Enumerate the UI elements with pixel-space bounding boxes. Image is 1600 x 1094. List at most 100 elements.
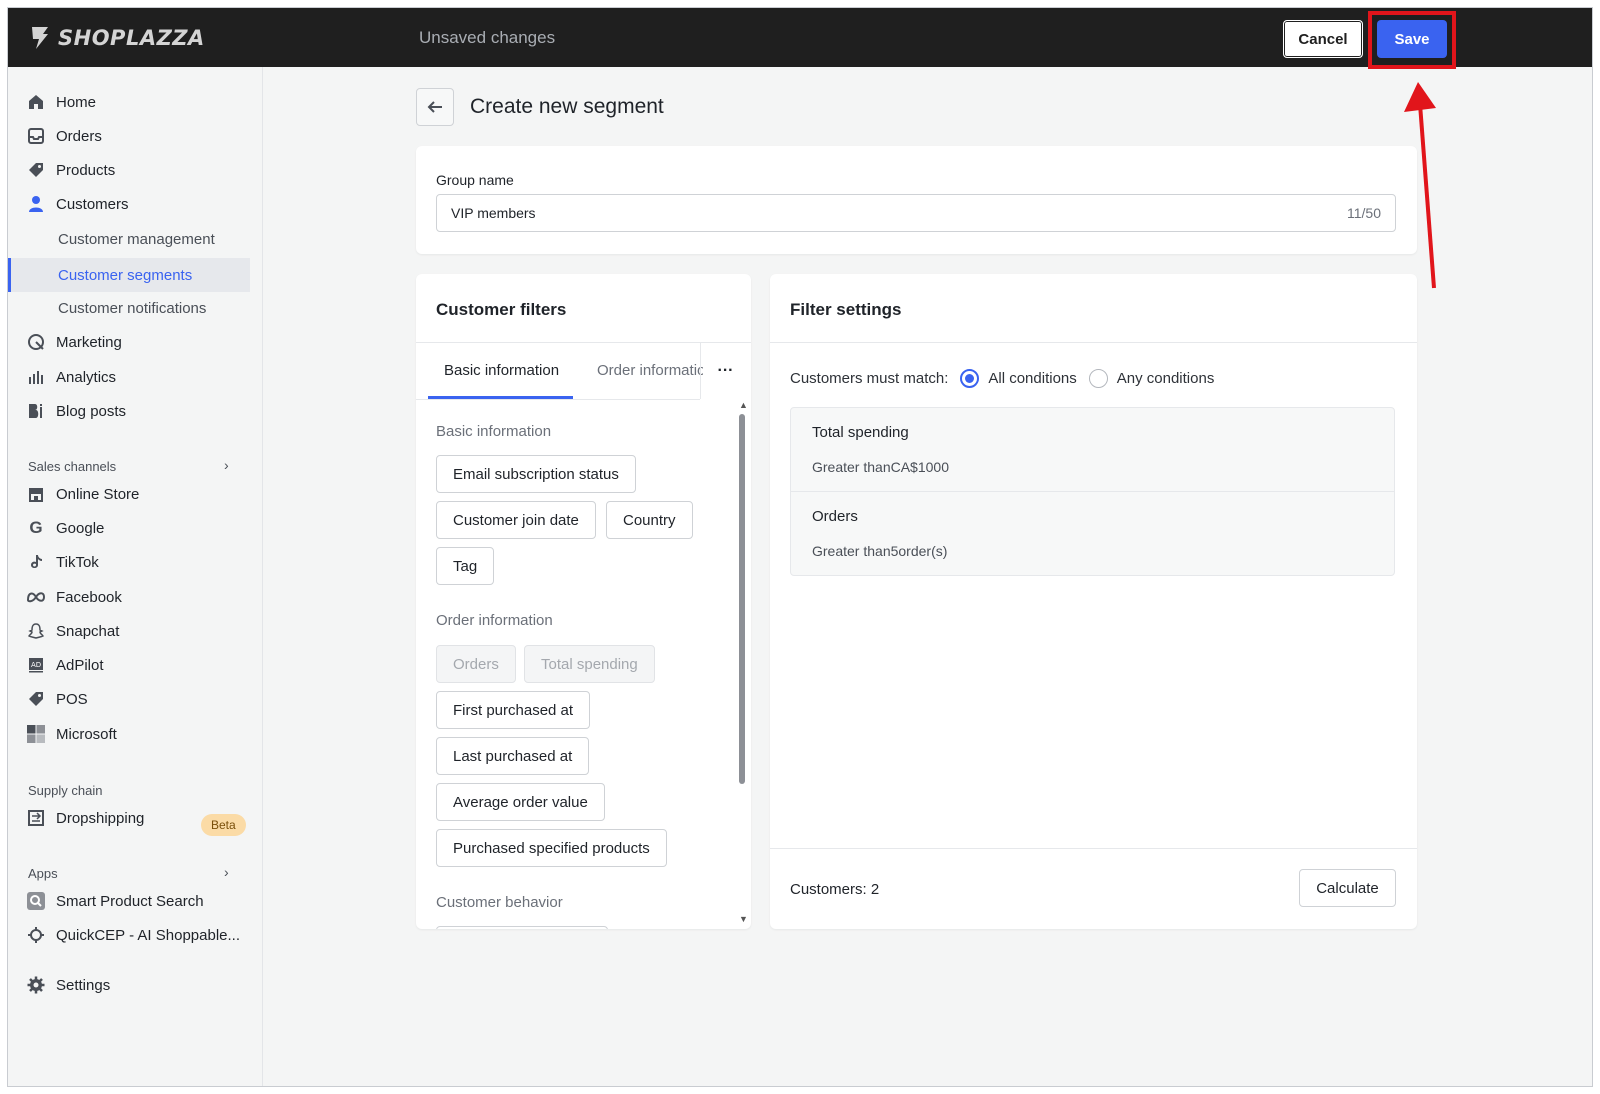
sidebar-item-customers[interactable]: Customers [26, 189, 129, 219]
inbox-icon [26, 126, 46, 146]
sidebar-item-label: Snapchat [56, 622, 120, 640]
sidebar-item-facebook[interactable]: Facebook [26, 582, 122, 612]
sidebar: Home Orders Products Customers Customer … [8, 67, 263, 1086]
sidebar-item-online-store[interactable]: Online Store [26, 479, 139, 509]
condition-description: Greater thanCA$1000 [812, 459, 949, 475]
sidebar-item-customer-management[interactable]: Customer management [58, 224, 215, 254]
marketing-icon [26, 332, 46, 352]
sidebar-item-customer-segments[interactable]: Customer segments [58, 260, 192, 290]
sidebar-item-products[interactable]: Products [26, 155, 115, 185]
condition-title: Orders [812, 508, 858, 525]
divider [791, 491, 1394, 492]
sidebar-item-smart-product-search[interactable]: Smart Product Search [26, 886, 204, 916]
sidebar-item-microsoft[interactable]: Microsoft [26, 719, 117, 749]
customers-count: Customers: 2 [790, 881, 880, 898]
sidebar-item-label: AdPilot [56, 656, 104, 674]
tab-basic-information[interactable]: Basic information [444, 362, 559, 379]
sidebar-item-label: Google [56, 519, 105, 537]
sidebar-item-orders[interactable]: Orders [26, 121, 102, 151]
blog-icon [26, 401, 46, 421]
radio-all-conditions[interactable] [960, 368, 980, 388]
scroll-up-arrow-icon[interactable]: ▲ [739, 400, 748, 410]
scrollbar[interactable]: ▲ ▼ [737, 400, 748, 928]
beta-badge: Beta [201, 814, 246, 836]
radio-any-conditions[interactable] [1088, 368, 1108, 388]
more-tabs-button[interactable]: ··· [700, 342, 750, 399]
sidebar-item-analytics[interactable]: Analytics [26, 362, 116, 392]
sidebar-item-google[interactable]: G Google [26, 513, 104, 543]
sidebar-item-tiktok[interactable]: TikTok [26, 547, 99, 577]
brand-name: SHOPLAZZA [58, 26, 205, 50]
sidebar-item-label: QuickCEP - AI Shoppable... [56, 926, 240, 944]
sales-channels-heading: Sales channels [28, 459, 117, 474]
filter-chip-tag[interactable]: Tag [436, 547, 495, 585]
person-icon [26, 194, 46, 214]
filter-chip-partial[interactable] [436, 926, 608, 929]
analytics-icon [26, 367, 46, 387]
filter-chip-purchased-specified-products[interactable]: Purchased specified products [436, 829, 667, 867]
sidebar-item-pos[interactable]: POS [26, 684, 88, 714]
sidebar-item-dropshipping[interactable]: Dropshipping [26, 803, 144, 833]
conditions-list: Total spending Greater thanCA$1000 Order… [790, 407, 1395, 576]
page-title: Create new segment [470, 95, 664, 118]
filter-settings-title: Filter settings [790, 300, 902, 319]
filter-chip-orders: Orders [436, 645, 516, 683]
sidebar-item-label: Online Store [56, 485, 140, 503]
quickcep-icon [26, 925, 46, 945]
filter-chip-customer-join-date[interactable]: Customer join date [436, 501, 596, 539]
order-information-heading: Order information [436, 612, 553, 629]
sidebar-item-blog-posts[interactable]: Blog posts [26, 396, 126, 426]
match-options: Customers must match: All conditions Any… [790, 367, 1214, 389]
filter-chip-email-subscription-status[interactable]: Email subscription status [436, 455, 636, 493]
character-counter: 11/50 [1347, 205, 1381, 221]
sidebar-item-label: Dropshipping [56, 809, 145, 827]
all-conditions-label[interactable]: All conditions [988, 370, 1076, 387]
active-item-indicator [8, 258, 11, 292]
sidebar-item-label: POS [56, 690, 88, 708]
sidebar-item-snapchat[interactable]: Snapchat [26, 616, 119, 646]
sidebar-item-home[interactable]: Home [26, 87, 96, 117]
sidebar-item-label: Analytics [56, 368, 117, 386]
snapchat-icon [26, 621, 46, 641]
pos-tag-icon [26, 689, 46, 709]
chevron-right-icon[interactable]: › [224, 864, 229, 880]
customer-filters-title: Customer filters [436, 300, 567, 319]
sidebar-item-label: Orders [56, 127, 102, 145]
gear-icon [26, 975, 46, 995]
tab-order-information[interactable]: Order information [597, 362, 703, 379]
sidebar-item-quickcep[interactable]: QuickCEP - AI Shoppable... [26, 920, 240, 950]
sidebar-item-customer-notifications[interactable]: Customer notifications [58, 293, 206, 323]
shoplazza-logo-icon [32, 27, 48, 49]
sidebar-item-adpilot[interactable]: AD AdPilot [26, 650, 104, 680]
sidebar-item-label: Settings [56, 976, 111, 994]
divider [770, 342, 1417, 343]
arrow-left-icon [427, 101, 442, 113]
cancel-button[interactable]: Cancel [1283, 20, 1363, 58]
google-icon: G [29, 518, 43, 537]
sidebar-item-label: Marketing [56, 333, 122, 351]
adpilot-icon: AD [26, 655, 46, 675]
scroll-down-arrow-icon[interactable]: ▼ [739, 914, 748, 924]
sidebar-item-label: Home [56, 93, 97, 111]
divider [770, 848, 1417, 849]
svg-text:AD: AD [31, 661, 41, 669]
filter-chip-country[interactable]: Country [606, 501, 693, 539]
sidebar-item-label: TikTok [56, 553, 99, 571]
group-name-input[interactable]: VIP members 11/50 [436, 194, 1396, 232]
tag-icon [26, 160, 46, 180]
basic-information-heading: Basic information [436, 423, 552, 440]
filter-chip-last-purchased-at[interactable]: Last purchased at [436, 737, 590, 775]
scrollbar-thumb[interactable] [739, 414, 745, 784]
sidebar-item-marketing[interactable]: Marketing [26, 327, 122, 357]
dropshipping-icon [26, 808, 46, 828]
filter-chip-first-purchased-at[interactable]: First purchased at [436, 691, 591, 729]
chevron-right-icon[interactable]: › [224, 457, 229, 473]
calculate-button[interactable]: Calculate [1299, 869, 1396, 907]
store-icon [26, 484, 46, 504]
top-bar: SHOPLAZZA Unsaved changes Cancel Save [8, 8, 1592, 67]
any-conditions-label[interactable]: Any conditions [1117, 370, 1215, 387]
filter-chip-average-order-value[interactable]: Average order value [436, 783, 605, 821]
back-button[interactable] [416, 88, 454, 126]
sidebar-item-settings[interactable]: Settings [26, 970, 110, 1000]
app-window: SHOPLAZZA Unsaved changes Cancel Save Ho… [7, 7, 1593, 1087]
